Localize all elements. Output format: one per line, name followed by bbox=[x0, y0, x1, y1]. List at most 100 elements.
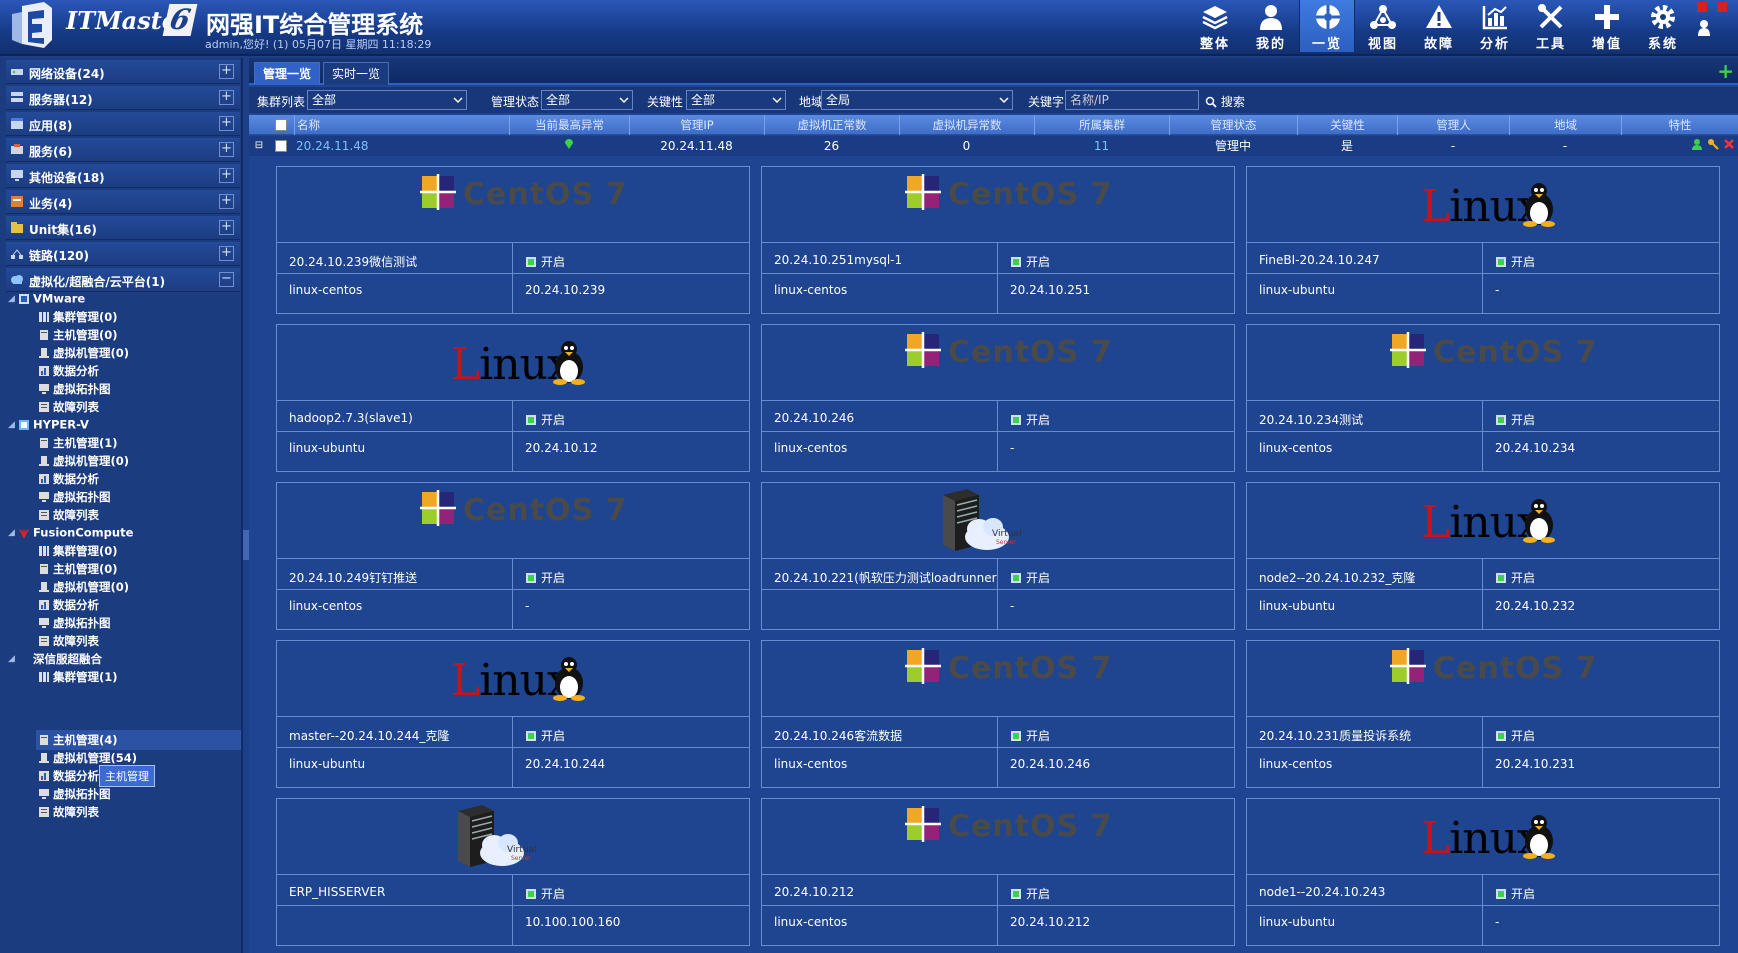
tree-item-analysis[interactable]: 数据分析 bbox=[38, 363, 99, 381]
column-header[interactable]: 关键性 bbox=[1297, 115, 1397, 135]
sidebar-category-other[interactable]: 其他设备(18) + bbox=[6, 164, 240, 188]
column-header[interactable]: 管理IP bbox=[629, 115, 764, 135]
tree-item-cluster[interactable]: 集群管理(0) bbox=[38, 543, 118, 561]
user-status-icon[interactable] bbox=[1693, 0, 1738, 52]
nav-overall[interactable]: 整体 bbox=[1187, 0, 1243, 52]
row-collapse-icon[interactable]: ⊟ bbox=[253, 136, 265, 156]
sidebar-category-business[interactable]: 业务(4) + bbox=[6, 190, 240, 214]
region-select[interactable]: 全局 bbox=[821, 90, 1013, 110]
expand-icon[interactable]: + bbox=[219, 116, 234, 131]
tab-management-overview[interactable]: 管理一览 bbox=[254, 62, 321, 85]
column-header[interactable]: 当前最高异常 bbox=[509, 115, 629, 135]
vm-card[interactable]: CentOS 7 20.24.10.239微信测试 开启 linux-centos 2… bbox=[276, 166, 750, 314]
key-icon[interactable] bbox=[1707, 138, 1719, 150]
tree-item-host-selected[interactable]: 主机管理(4) bbox=[38, 732, 118, 750]
expand-icon[interactable]: + bbox=[219, 220, 234, 235]
tree-item-fault-list[interactable]: 故障列表 bbox=[38, 633, 99, 651]
tree-item-vm[interactable]: 虚拟机管理(0) bbox=[38, 345, 129, 363]
status-select[interactable]: 全部 bbox=[541, 90, 633, 110]
add-icon[interactable]: + bbox=[1717, 61, 1734, 81]
nav-analysis[interactable]: 分析 bbox=[1467, 0, 1523, 52]
tree-node-sangfor[interactable]: ◢ 深信服超融合 bbox=[8, 651, 102, 669]
vm-card[interactable]: CentOS 7 20.24.10.246 开启 linux-centos - bbox=[761, 324, 1235, 472]
expand-icon[interactable]: + bbox=[219, 142, 234, 157]
search-button[interactable]: 搜索 bbox=[1205, 93, 1245, 110]
nav-fault[interactable]: 故障 bbox=[1411, 0, 1467, 52]
sidebar-category-link[interactable]: 链路(120) + bbox=[6, 242, 240, 266]
vm-card[interactable]: Linux hadoop2.7.3(slave1) 开启 linux-ubuntu 2… bbox=[276, 324, 750, 472]
tree-node-hyperv[interactable]: ◢ HYPER-V bbox=[8, 417, 89, 435]
tree-item-topology[interactable]: 虚拟拓扑图 bbox=[38, 786, 111, 804]
column-header[interactable]: 管理人 bbox=[1397, 115, 1509, 135]
collapse-icon[interactable]: − bbox=[219, 272, 234, 287]
sidebar-category-service[interactable]: 服务(6) + bbox=[6, 138, 240, 162]
tree-item-analysis[interactable]: 数据分析 bbox=[38, 471, 99, 489]
nav-value-added[interactable]: 增值 bbox=[1579, 0, 1635, 52]
column-header[interactable]: 地域 bbox=[1509, 115, 1621, 135]
table-row[interactable]: ⊟ 20.24.11.48 20.24.11.48 26 0 11 管理中 是 … bbox=[249, 136, 1738, 156]
tree-item-analysis[interactable]: 数据分析 bbox=[38, 768, 99, 786]
tree-item-topology[interactable]: 虚拟拓扑图 bbox=[38, 615, 111, 633]
vm-card[interactable]: CentOS 7 20.24.10.234测试 开启 linux-centos 20.… bbox=[1246, 324, 1720, 472]
tree-item-analysis[interactable]: 数据分析 bbox=[38, 597, 99, 615]
select-all-checkbox[interactable] bbox=[275, 119, 287, 131]
user-assign-icon[interactable] bbox=[1691, 138, 1703, 150]
collapse-toggle-icon[interactable]: ◢ bbox=[8, 528, 18, 538]
vm-card[interactable]: Virtual Server 20.24.10.221(帆软压力测试loadru… bbox=[761, 482, 1235, 630]
tab-realtime-overview[interactable]: 实时一览 bbox=[323, 62, 390, 85]
vm-card[interactable]: CentOS 7 20.24.10.246客流数据 开启 linux-centos 2… bbox=[761, 640, 1235, 788]
nav-mine[interactable]: 我的 bbox=[1243, 0, 1299, 52]
row-cluster-link[interactable]: 11 bbox=[1034, 136, 1169, 156]
row-name-link[interactable]: 20.24.11.48 bbox=[296, 136, 496, 156]
tree-item-fault-list[interactable]: 故障列表 bbox=[38, 507, 99, 525]
column-header[interactable]: 虚拟机异常数 bbox=[899, 115, 1034, 135]
column-header[interactable]: 虚拟机正常数 bbox=[764, 115, 899, 135]
delete-icon[interactable] bbox=[1723, 138, 1735, 150]
tree-item-fault-list[interactable]: 故障列表 bbox=[38, 399, 99, 417]
column-header[interactable]: 名称 bbox=[294, 115, 509, 135]
row-checkbox[interactable] bbox=[275, 140, 287, 152]
tree-item-host[interactable]: 主机管理(1) bbox=[38, 435, 118, 453]
sidebar-category-virtualization[interactable]: 虚拟化/超融合/云平台(1) − bbox=[6, 268, 240, 292]
expand-icon[interactable]: + bbox=[219, 168, 234, 183]
vm-card[interactable]: Virtual Server ERP_HISSERVER 开启 10.100.100… bbox=[276, 798, 750, 946]
expand-icon[interactable]: + bbox=[219, 194, 234, 209]
tree-item-topology[interactable]: 虚拟拓扑图 bbox=[38, 381, 111, 399]
vm-card[interactable]: CentOS 7 20.24.10.251mysql-1 开启 linux-cent… bbox=[761, 166, 1235, 314]
expand-icon[interactable]: + bbox=[219, 246, 234, 261]
critical-select[interactable]: 全部 bbox=[686, 90, 786, 110]
collapse-toggle-icon[interactable]: ◢ bbox=[8, 654, 18, 664]
tree-item-vm[interactable]: 虚拟机管理(0) bbox=[38, 579, 129, 597]
column-header[interactable]: 特性 bbox=[1621, 115, 1738, 135]
tree-node-vmware[interactable]: ◢ VMware bbox=[8, 291, 85, 309]
column-header[interactable]: 管理状态 bbox=[1169, 115, 1297, 135]
sidebar-category-app[interactable]: 应用(8) + bbox=[6, 112, 240, 136]
tree-item-host[interactable]: 主机管理(0) bbox=[38, 327, 118, 345]
tree-item-topology[interactable]: 虚拟拓扑图 bbox=[38, 489, 111, 507]
nav-view[interactable]: 视图 bbox=[1355, 0, 1411, 52]
vm-card[interactable]: CentOS 7 20.24.10.212 开启 linux-centos 20.24… bbox=[761, 798, 1235, 946]
expand-icon[interactable]: + bbox=[219, 64, 234, 79]
expand-icon[interactable]: + bbox=[219, 90, 234, 105]
collapse-toggle-icon[interactable]: ◢ bbox=[8, 420, 18, 430]
vm-card[interactable]: Linux FineBI-20.24.10.247 开启 linux-ubuntu - bbox=[1246, 166, 1720, 314]
vm-card[interactable]: Linux master--20.24.10.244_克隆 开启 linux-ubu… bbox=[276, 640, 750, 788]
vm-card[interactable]: Linux node1--20.24.10.243 开启 linux-ubuntu - bbox=[1246, 798, 1720, 946]
vm-card[interactable]: Linux node2--20.24.10.232_克隆 开启 linux-ubun… bbox=[1246, 482, 1720, 630]
vm-card[interactable]: CentOS 7 20.24.10.231质量投诉系统 开启 linux-cento… bbox=[1246, 640, 1720, 788]
collapse-toggle-icon[interactable]: ◢ bbox=[8, 294, 18, 304]
nav-tools[interactable]: 工具 bbox=[1523, 0, 1579, 52]
tree-item-vm[interactable]: 虚拟机管理(0) bbox=[38, 453, 129, 471]
tree-item-cluster[interactable]: 集群管理(0) bbox=[38, 309, 118, 327]
tree-item-fault-list[interactable]: 故障列表 bbox=[38, 804, 99, 822]
nav-system[interactable]: 系统 bbox=[1635, 0, 1691, 52]
tree-item-cluster[interactable]: 集群管理(1) bbox=[38, 669, 118, 687]
sidebar-category-unit[interactable]: Unit集(16) + bbox=[6, 216, 240, 240]
sidebar-category-server[interactable]: 服务器(12) + bbox=[6, 86, 240, 110]
column-header[interactable]: 所属集群 bbox=[1034, 115, 1169, 135]
tree-item-host[interactable]: 主机管理(0) bbox=[38, 561, 118, 579]
tree-node-fusioncompute[interactable]: ◢ FusionCompute bbox=[8, 525, 133, 543]
sidebar-category-network[interactable]: 网络设备(24) + bbox=[6, 60, 240, 84]
keyword-input[interactable]: 名称/IP bbox=[1065, 90, 1199, 110]
vm-card[interactable]: CentOS 7 20.24.10.249钉钉推送 开启 linux-centos - bbox=[276, 482, 750, 630]
